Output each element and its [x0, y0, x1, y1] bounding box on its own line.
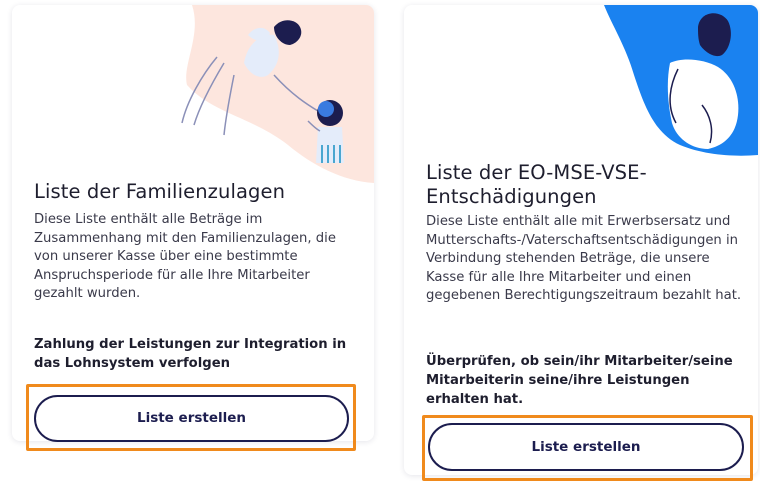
create-list-button[interactable]: Liste erstellen — [428, 423, 744, 471]
card-cta-text: Zahlung der Leistungen zur Integration i… — [34, 337, 347, 371]
family-allowances-card: Liste der Familienzulagen Diese Liste en… — [12, 5, 374, 441]
eo-mse-vse-card: Liste der EO-MSE-VSE-Entschädigungen Die… — [404, 5, 758, 475]
create-list-button[interactable]: Liste erstellen — [34, 395, 349, 442]
card-title: Liste der Familienzulagen — [34, 180, 286, 203]
card-cta-text: Überprüfen, ob sein/ihr Mitarbeiter/sein… — [426, 354, 733, 407]
pregnant-woman-illustration — [604, 5, 758, 156]
card-title: Liste der EO-MSE-VSE-Entschädigungen — [426, 161, 647, 208]
card-description: Diese Liste enthält alle mit Erwerbsersa… — [426, 214, 742, 303]
card-description: Diese Liste enthält alle Beträge im Zusa… — [34, 212, 336, 301]
family-illustration — [181, 5, 374, 183]
